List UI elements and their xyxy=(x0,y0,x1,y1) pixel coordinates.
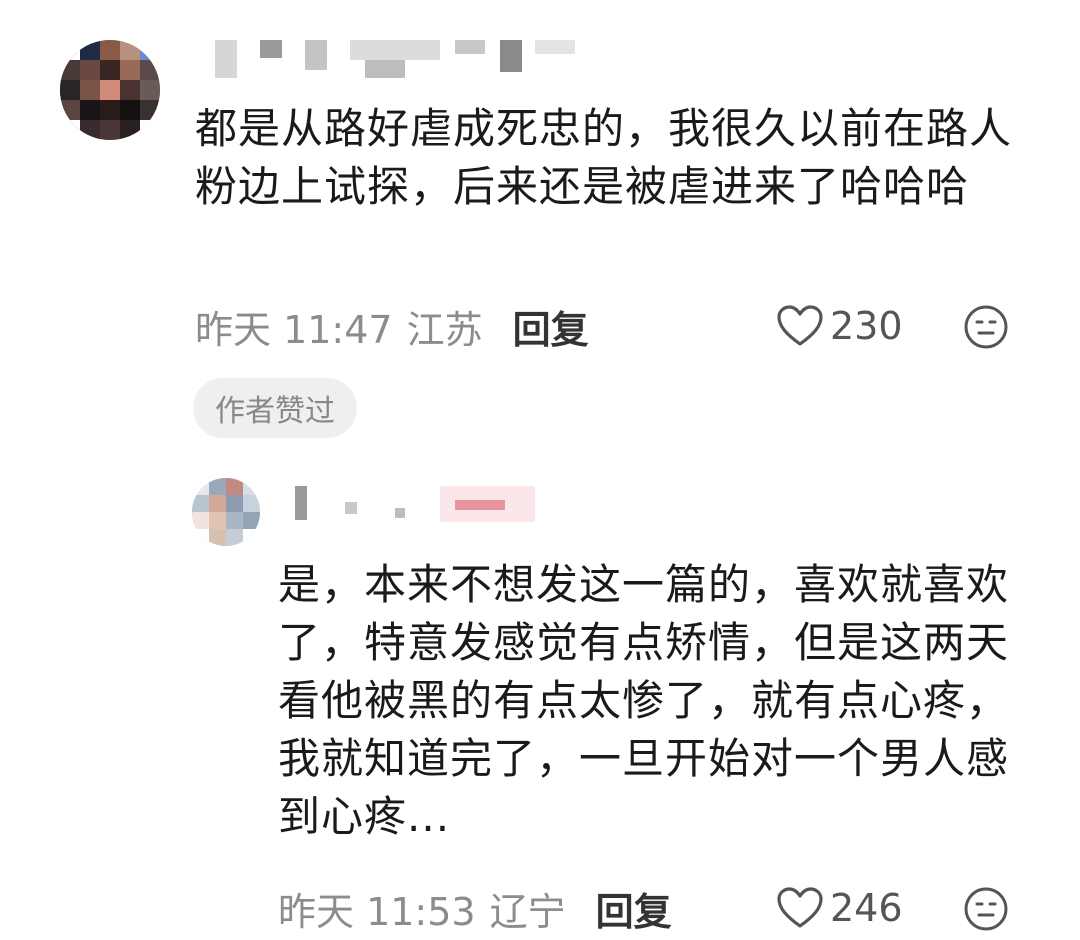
like-count: 230 xyxy=(830,304,903,348)
username-censored[interactable] xyxy=(215,40,585,80)
avatar[interactable] xyxy=(192,478,260,546)
comment-location: 江苏 xyxy=(406,307,483,352)
comment-text: 是，本来不想发这一篇的，喜欢就喜欢了，特意发感觉有点矫情，但是这两天看他被黑的有… xyxy=(278,560,1010,841)
like-button[interactable]: 230 xyxy=(776,298,903,354)
username-censored[interactable] xyxy=(285,482,565,522)
heart-outline-icon xyxy=(777,305,823,346)
comment-time: 昨天 11:53 xyxy=(278,889,476,934)
comment-text: 都是从路好虐成死忠的，我很久以前在路人粉边上试探，后来还是被虐进来了哈哈哈 xyxy=(195,104,1013,211)
like-count: 246 xyxy=(830,886,903,930)
comment-meta: 昨天 11:47 江苏 回复 xyxy=(195,298,589,354)
neutral-face-icon xyxy=(964,887,1008,931)
like-button[interactable]: 246 xyxy=(776,880,903,936)
heart-outline-icon xyxy=(777,887,823,928)
reaction-button[interactable] xyxy=(962,885,1010,933)
comment-time: 昨天 11:47 xyxy=(195,307,393,352)
author-liked-badge: 作者赞过 xyxy=(193,378,357,438)
comment-location: 辽宁 xyxy=(489,889,566,934)
reply-button[interactable]: 回复 xyxy=(513,299,589,354)
reaction-button[interactable] xyxy=(962,303,1010,351)
reply-button[interactable]: 回复 xyxy=(596,881,672,936)
comment-meta: 昨天 11:53 辽宁 回复 xyxy=(278,880,672,936)
avatar[interactable] xyxy=(60,40,160,140)
neutral-face-icon xyxy=(964,305,1008,349)
